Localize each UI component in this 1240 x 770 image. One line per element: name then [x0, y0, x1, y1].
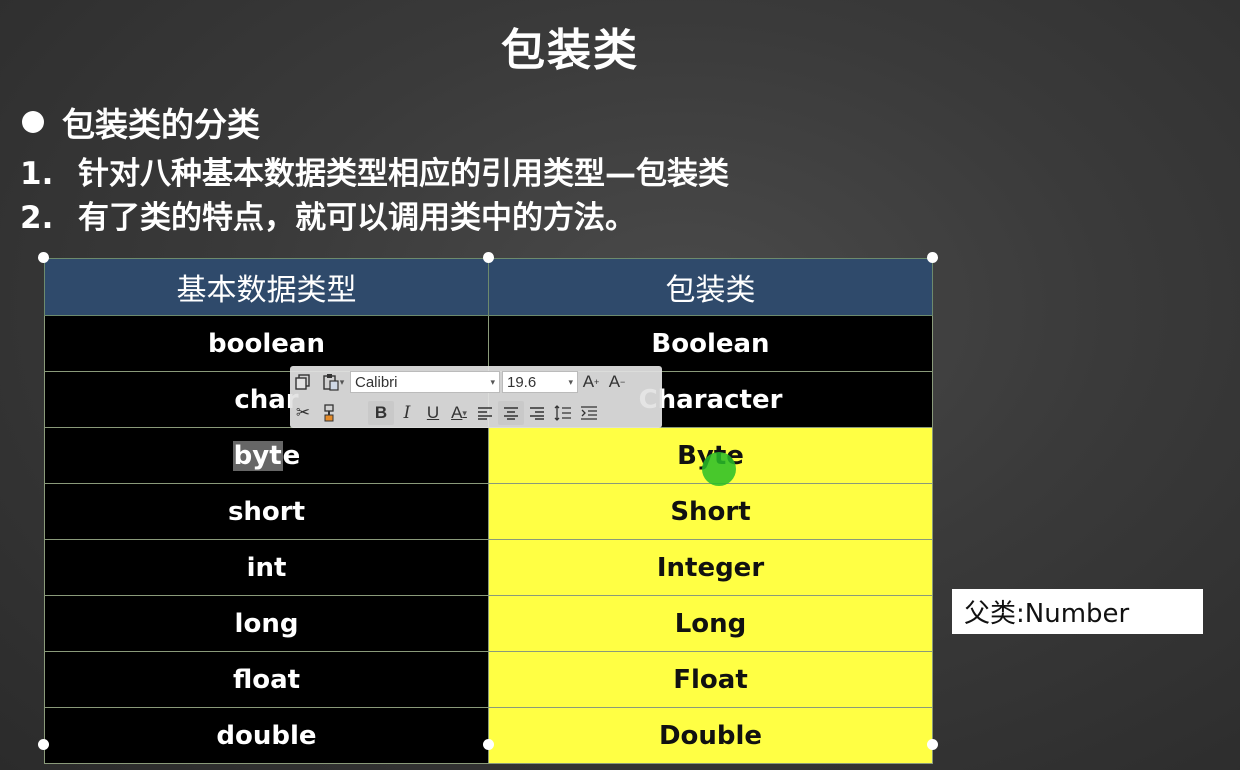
slide-title: 包装类	[501, 25, 639, 76]
cell-primitive[interactable]: long	[44, 595, 489, 652]
font-size-value: 19.6	[507, 373, 537, 391]
table-row: long Long	[44, 595, 933, 652]
format-painter-icon[interactable]	[316, 401, 342, 425]
table-row: byte Byte	[44, 427, 933, 484]
toolbar-row-1: ▾ Calibri ▾ 19.6 ▾ A + A −	[290, 367, 630, 397]
font-size-select[interactable]: 19.6 ▾	[502, 371, 578, 393]
italic-icon[interactable]: I	[394, 401, 420, 425]
align-left-icon[interactable]	[472, 401, 498, 425]
bullet-dot-icon	[22, 111, 44, 133]
resize-handle-bottom-left[interactable]	[38, 739, 49, 750]
point-2-number: 2.	[20, 200, 54, 236]
underline-icon[interactable]: U	[420, 401, 446, 425]
font-color-icon[interactable]: A ▾	[446, 401, 472, 425]
cell-wrapper[interactable]: Integer	[488, 539, 933, 596]
bold-icon[interactable]: B	[368, 401, 394, 425]
mouse-cursor-indicator	[702, 452, 736, 486]
unselected-text: e	[282, 440, 301, 471]
cell-primitive-selected[interactable]: byte	[44, 427, 489, 484]
font-name-select[interactable]: Calibri ▾	[350, 371, 500, 393]
cell-wrapper[interactable]: Boolean	[488, 315, 933, 372]
mini-format-toolbar: ▾ Calibri ▾ 19.6 ▾ A + A − ✂ B I U A ▾	[290, 366, 662, 428]
table-row: float Float	[44, 651, 933, 708]
cell-primitive[interactable]: double	[44, 707, 489, 764]
selected-text[interactable]: byt	[232, 440, 283, 471]
line-spacing-icon[interactable]	[550, 401, 576, 425]
cell-wrapper[interactable]: Long	[488, 595, 933, 652]
table-row: boolean Boolean	[44, 315, 933, 372]
cell-wrapper[interactable]: Double	[488, 707, 933, 764]
bullet-text: 包装类的分类	[62, 105, 260, 144]
paste-icon[interactable]: ▾	[316, 370, 350, 394]
resize-handle-top-left[interactable]	[38, 252, 49, 263]
toolbar-row-2: ✂ B I U A ▾	[290, 398, 602, 428]
cell-wrapper[interactable]: Short	[488, 483, 933, 540]
cell-primitive[interactable]: short	[44, 483, 489, 540]
font-name-value: Calibri	[355, 373, 398, 391]
font-shrink-icon[interactable]: A −	[604, 370, 630, 394]
header-wrapper[interactable]: 包装类	[488, 258, 933, 316]
chevron-down-icon: ▾	[568, 376, 573, 387]
point-2: 2. 有了类的特点，就可以调用类中的方法。	[20, 192, 636, 237]
table-row: int Integer	[44, 539, 933, 596]
point-1: 1. 针对八种基本数据类型相应的引用类型—包装类	[20, 148, 729, 193]
header-primitive[interactable]: 基本数据类型	[44, 258, 489, 316]
resize-handle-top-center[interactable]	[483, 252, 494, 263]
table-row: double Double	[44, 707, 933, 764]
align-center-icon[interactable]	[498, 401, 524, 425]
align-right-icon[interactable]	[524, 401, 550, 425]
copy-icon[interactable]	[290, 370, 316, 394]
chevron-down-icon: ▾	[490, 376, 495, 387]
cell-primitive[interactable]: int	[44, 539, 489, 596]
point-1-text: 针对八种基本数据类型相应的引用类型—包装类	[78, 156, 729, 192]
parent-class-note[interactable]: 父类:Number	[952, 589, 1203, 634]
cut-icon[interactable]: ✂	[290, 401, 316, 425]
wrapper-class-table[interactable]: 基本数据类型 包装类 boolean Boolean char Characte…	[44, 258, 933, 764]
point-1-number: 1.	[20, 156, 54, 192]
point-2-text: 有了类的特点，就可以调用类中的方法。	[78, 200, 636, 236]
table-row: short Short	[44, 483, 933, 540]
font-grow-icon[interactable]: A +	[578, 370, 604, 394]
cell-wrapper[interactable]: Float	[488, 651, 933, 708]
bullet-heading: 包装类的分类	[22, 98, 260, 146]
resize-handle-bottom-right[interactable]	[927, 739, 938, 750]
indent-icon[interactable]	[576, 401, 602, 425]
table-header-row: 基本数据类型 包装类	[44, 258, 933, 316]
cell-primitive[interactable]: float	[44, 651, 489, 708]
resize-handle-top-right[interactable]	[927, 252, 938, 263]
cell-primitive[interactable]: boolean	[44, 315, 489, 372]
resize-handle-bottom-center[interactable]	[483, 739, 494, 750]
